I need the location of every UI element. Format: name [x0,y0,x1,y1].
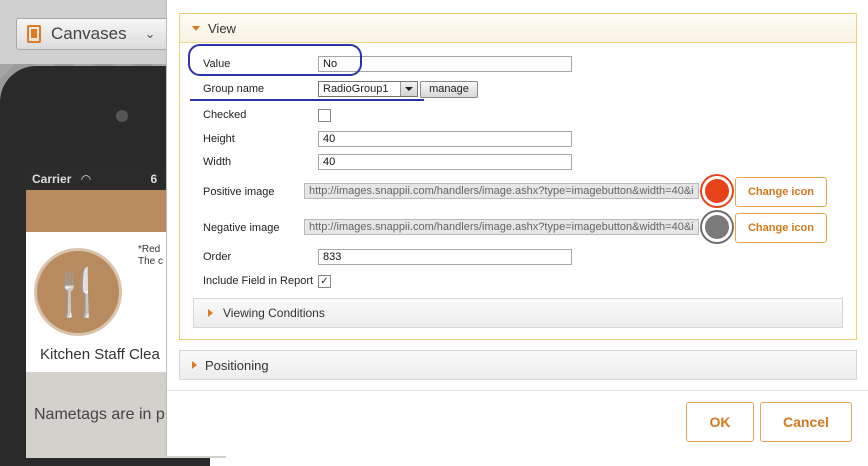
wifi-icon: ◠ [80,172,92,186]
carrier-label: Carrier [32,172,72,186]
dropdown-arrow-icon[interactable] [400,82,417,96]
positive-image-label: Positive image [203,186,275,198]
device-icon [27,25,41,43]
red-note-line1: *Red [138,244,161,255]
group-name-label: Group name [203,83,265,95]
viewing-conditions-title: Viewing Conditions [223,306,325,320]
red-note: *Red The c [138,244,163,268]
annotation-underline [190,99,424,101]
positive-image-url [304,183,699,199]
red-note-line2: The c [138,256,164,267]
expand-right-icon [192,361,197,369]
expand-down-icon [192,25,200,31]
chevron-down-icon: ⌄ [144,26,156,41]
positioning-section: Positioning [179,350,857,380]
negative-image-preview-icon [702,212,732,242]
manage-button[interactable]: manage [420,81,478,98]
cancel-button[interactable]: Cancel [760,402,852,442]
height-label: Height [203,133,235,145]
view-section-title: View [208,20,236,36]
positioning-section-title: Positioning [205,357,269,373]
group-name-selected: RadioGroup1 [323,83,389,95]
view-section-header[interactable]: View [180,14,856,43]
properties-dialog: View Value Group name RadioGroup1 manage… [166,0,868,456]
view-section: View Value Group name RadioGroup1 manage… [179,13,857,340]
positive-image-preview-icon [702,176,732,206]
include-report-checkbox[interactable]: ✓ [318,275,331,288]
height-input[interactable] [318,131,572,147]
positive-change-icon-button[interactable]: Change icon [735,177,827,207]
fork-knife-icon[interactable]: 🍴 [34,248,122,336]
footer-divider [167,390,868,391]
width-label: Width [203,156,232,168]
expand-right-icon [208,309,213,317]
positioning-section-header[interactable]: Positioning [180,351,856,379]
negative-image-url [304,219,699,235]
phone-camera [116,110,128,122]
checked-label: Checked [203,109,247,121]
kitchen-staff-label: Kitchen Staff Clea [40,346,160,363]
canvases-label: Canvases [51,24,127,43]
checked-checkbox[interactable] [318,109,331,122]
negative-change-icon-button[interactable]: Change icon [735,213,827,243]
order-input[interactable] [318,249,572,265]
order-label: Order [203,251,232,263]
width-input[interactable] [318,154,572,170]
ok-button[interactable]: OK [686,402,754,442]
canvases-dropdown[interactable]: Canvases ⌄ [16,18,176,50]
viewing-conditions-header[interactable]: Viewing Conditions [193,298,843,328]
group-name-select[interactable]: RadioGroup1 [318,81,418,97]
include-report-label: Include Field in Report [203,275,314,287]
annotation-circle [188,44,362,76]
status-time-partial: 6 [150,172,158,186]
negative-image-label: Negative image [203,222,280,234]
